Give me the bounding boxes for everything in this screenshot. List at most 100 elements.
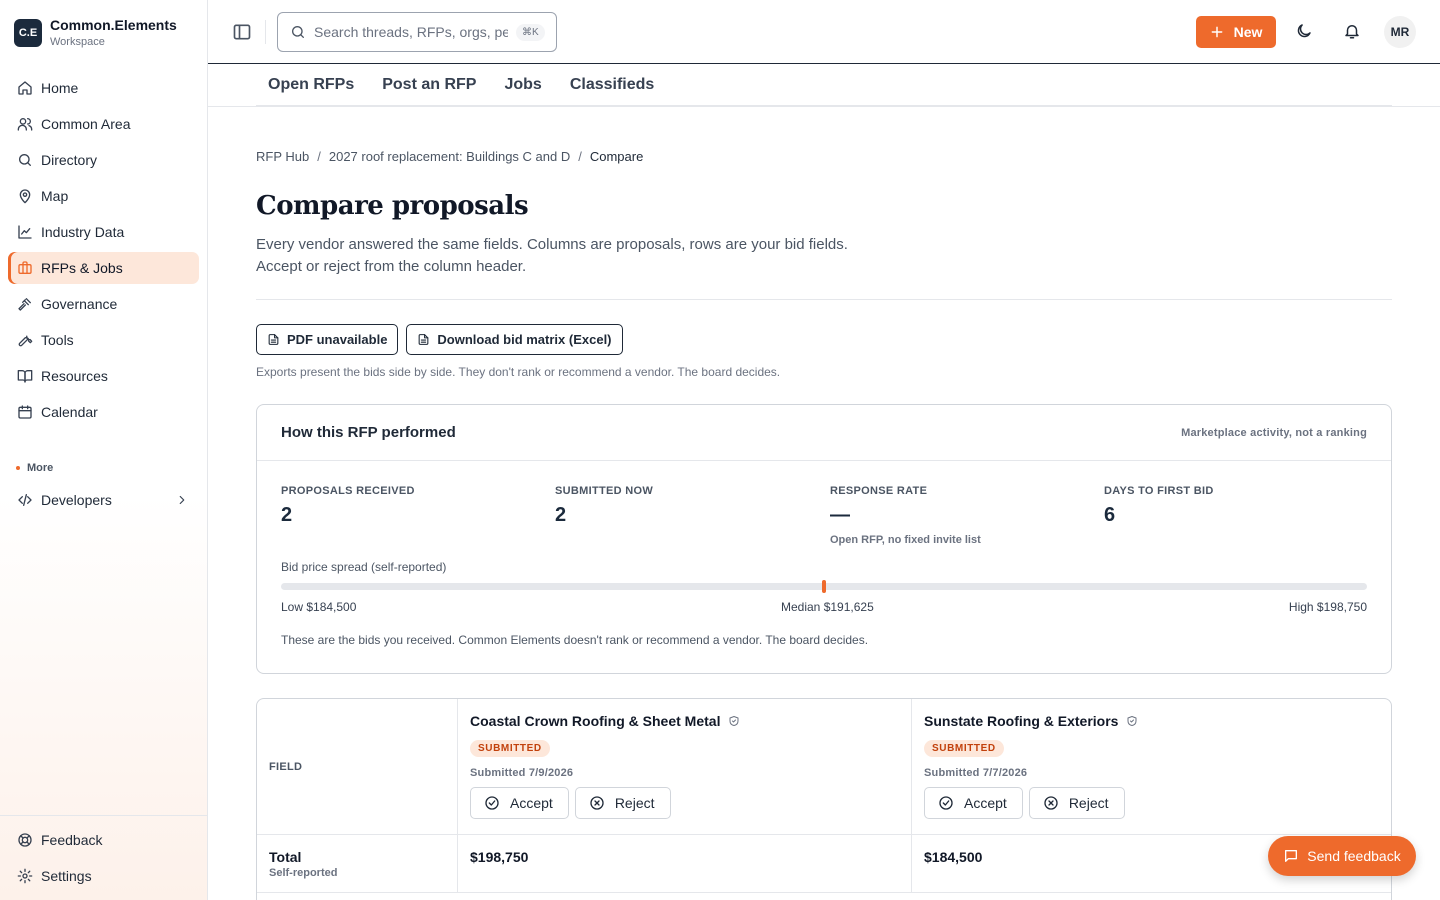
tab-post-rfp[interactable]: Post an RFP <box>382 64 476 105</box>
sidebar: C.E Common.Elements Workspace Home Commo… <box>0 0 208 900</box>
page-description: Every vendor answered the same fields. C… <box>256 236 848 275</box>
tab-open-rfps[interactable]: Open RFPs <box>268 64 354 105</box>
stat-label: DAYS TO FIRST BID <box>1104 485 1214 497</box>
more-section-label: More <box>16 462 53 474</box>
performance-title: How this RFP performed <box>281 424 456 441</box>
vendor-actions: Accept Reject <box>924 787 1379 819</box>
sidebar-item-feedback[interactable]: Feedback <box>8 824 199 856</box>
sidebar-item-map[interactable]: Map <box>8 180 199 212</box>
search-shortcut: ⌘K <box>516 23 545 41</box>
sidebar-item-label: Common Area <box>41 116 131 132</box>
sidebar-item-rfps-jobs[interactable]: RFPs & Jobs <box>8 252 199 284</box>
status-badge: SUBMITTED <box>924 740 1004 757</box>
new-button[interactable]: New <box>1196 16 1276 48</box>
bid-spread-bar <box>281 580 1367 593</box>
row-label-sub: Self-reported <box>269 867 338 879</box>
performance-header: How this RFP performed Marketplace activ… <box>257 405 1391 461</box>
median-marker <box>822 580 826 593</box>
x-circle-icon <box>590 796 604 810</box>
file-icon <box>419 334 429 345</box>
search-input[interactable] <box>314 24 508 40</box>
x-circle-icon <box>1044 796 1058 810</box>
tab-jobs[interactable]: Jobs <box>504 64 541 105</box>
map-pin-icon <box>19 189 31 204</box>
gavel-icon <box>18 298 31 311</box>
check-circle-icon <box>485 796 499 810</box>
stat-value: 2 <box>281 504 293 526</box>
accept-label: Accept <box>510 795 553 811</box>
sidebar-item-tools[interactable]: Tools <box>8 324 199 356</box>
brand-name: Common.Elements <box>50 17 177 33</box>
subnav-tabs: Open RFPs Post an RFP Jobs Classifieds <box>256 64 1392 106</box>
search-icon <box>19 154 31 166</box>
spread-low: Low $184,500 <box>281 600 357 614</box>
sidebar-item-industry-data[interactable]: Industry Data <box>8 216 199 248</box>
export-actions: PDF unavailable Download bid matrix (Exc… <box>256 324 623 355</box>
sidebar-item-label: RFPs & Jobs <box>41 260 123 276</box>
sidebar-item-calendar[interactable]: Calendar <box>8 396 199 428</box>
vendor-name-text: Coastal Crown Roofing & Sheet Metal <box>470 713 721 729</box>
search-icon <box>292 26 304 38</box>
check-circle-icon <box>939 796 953 810</box>
submitted-date: Submitted 7/7/2026 <box>924 767 1028 779</box>
bell-icon[interactable] <box>1343 22 1361 40</box>
sidebar-item-directory[interactable]: Directory <box>8 144 199 176</box>
send-feedback-button[interactable]: Send feedback <box>1268 836 1416 876</box>
sidebar-toggle-icon[interactable] <box>232 22 252 42</box>
moon-icon[interactable] <box>1295 22 1313 40</box>
divider <box>256 299 1392 300</box>
breadcrumb-separator: / <box>317 149 321 164</box>
reject-button[interactable]: Reject <box>574 787 671 819</box>
stat-response-rate: RESPONSE RATE — Open RFP, no fixed invit… <box>830 485 1090 546</box>
breadcrumb-rfp-hub[interactable]: RFP Hub <box>256 149 309 164</box>
home-icon <box>18 81 32 95</box>
tab-classifieds[interactable]: Classifieds <box>570 64 654 105</box>
spread-median: Median $191,625 <box>781 600 874 614</box>
vendor-name-text: Sunstate Roofing & Exteriors <box>924 713 1119 729</box>
spread-high: High $198,750 <box>1288 600 1367 614</box>
sidebar-item-label: Governance <box>41 296 118 312</box>
sidebar-item-resources[interactable]: Resources <box>8 360 199 392</box>
sidebar-item-label: Directory <box>41 152 98 168</box>
brand[interactable]: C.E Common.Elements Workspace <box>14 18 177 48</box>
download-excel-button[interactable]: Download bid matrix (Excel) <box>406 324 623 355</box>
accept-button[interactable]: Accept <box>924 787 1023 819</box>
briefcase-icon <box>18 261 32 274</box>
pdf-unavailable-button[interactable]: PDF unavailable <box>256 324 399 355</box>
plus-icon <box>1211 26 1222 38</box>
breadcrumb-rfp[interactable]: 2027 roof replacement: Buildings C and D <box>329 149 570 164</box>
sidebar-item-governance[interactable]: Governance <box>8 288 199 320</box>
submitted-date: Submitted 7/9/2026 <box>470 767 574 779</box>
stat-label: SUBMITTED NOW <box>555 485 654 497</box>
sidebar-item-label: Settings <box>41 868 92 884</box>
stat-note: Open RFP, no fixed invite list <box>830 534 981 546</box>
avatar[interactable]: MR <box>1384 16 1416 48</box>
send-feedback-label: Send feedback <box>1307 848 1401 864</box>
accept-label: Accept <box>964 795 1007 811</box>
reject-button[interactable]: Reject <box>1028 787 1125 819</box>
stat-value: 2 <box>555 504 567 526</box>
sidebar-item-settings[interactable]: Settings <box>8 860 199 892</box>
stat-value: — <box>830 504 850 526</box>
vendor-name: Sunstate Roofing & Exteriors <box>924 713 1379 729</box>
topbar-separator <box>265 20 266 44</box>
stat-label: PROPOSALS RECEIVED <box>281 485 415 497</box>
sidebar-divider <box>0 815 207 816</box>
compare-header-row: FIELD Coastal Crown Roofing & Sheet Meta… <box>257 699 1391 835</box>
sidebar-item-label: Feedback <box>41 832 103 848</box>
search-box[interactable]: ⌘K <box>277 12 557 52</box>
pdf-button-label: PDF unavailable <box>287 332 388 347</box>
compare-table: FIELD Coastal Crown Roofing & Sheet Meta… <box>256 698 1392 900</box>
cell-value: $198,750 <box>458 835 912 892</box>
topbar: ⌘K New MR <box>208 0 1440 64</box>
stat-submitted-now: SUBMITTED NOW 2 <box>555 485 815 525</box>
sidebar-item-developers[interactable]: Developers <box>8 484 199 516</box>
excel-button-label: Download bid matrix (Excel) <box>437 332 612 347</box>
sidebar-item-common-area[interactable]: Common Area <box>8 108 199 140</box>
brand-sub: Workspace <box>50 36 105 48</box>
vendor-column-header: Sunstate Roofing & Exteriors SUBMITTED S… <box>912 699 1391 834</box>
vendor-actions: Accept Reject <box>470 787 899 819</box>
accept-button[interactable]: Accept <box>470 787 569 819</box>
sidebar-item-home[interactable]: Home <box>8 72 199 104</box>
vendor-column-header: Coastal Crown Roofing & Sheet Metal SUBM… <box>458 699 912 834</box>
